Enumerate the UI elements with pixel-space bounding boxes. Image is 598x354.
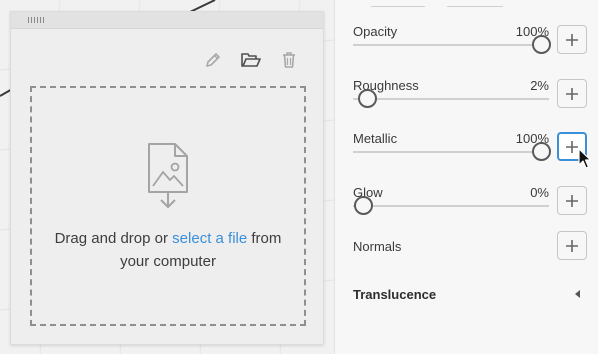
3d-viewport[interactable]: Drag and drop or select a file from your… <box>0 0 334 354</box>
drag-handle[interactable] <box>28 17 46 23</box>
plus-icon <box>566 87 578 100</box>
card-header <box>11 12 323 29</box>
chevron-left-icon[interactable] <box>575 290 580 298</box>
normals-add-button[interactable] <box>557 231 587 260</box>
opacity-slider-thumb[interactable] <box>532 35 551 54</box>
metallic-slider-thumb[interactable] <box>532 142 551 161</box>
roughness-add-button[interactable] <box>557 79 587 108</box>
folder-open-icon[interactable] <box>239 48 263 72</box>
divider <box>371 6 425 7</box>
divider <box>447 6 503 7</box>
properties-panel: Opacity 100% Roughness 2% Metallic 100% … <box>334 0 598 354</box>
image-file-download-icon <box>145 142 191 215</box>
drop-text-suffix: from <box>247 230 282 247</box>
dropzone-instructions: Drag and drop or select a file from your… <box>32 227 304 273</box>
normals-label: Normals <box>353 239 402 254</box>
drop-text-line2: your computer <box>120 253 216 270</box>
trash-icon[interactable] <box>277 48 301 72</box>
glow-slider-track[interactable] <box>353 205 549 207</box>
metallic-label: Metallic <box>353 131 398 146</box>
roughness-slider-thumb[interactable] <box>357 89 377 108</box>
file-dropzone[interactable]: Drag and drop or select a file from your… <box>30 86 306 326</box>
select-file-link[interactable]: select a file <box>172 230 247 247</box>
plus-icon <box>566 194 578 207</box>
plus-icon <box>566 33 578 46</box>
plus-icon <box>566 239 578 252</box>
opacity-add-button[interactable] <box>557 25 587 54</box>
pencil-icon[interactable] <box>201 48 225 72</box>
mouse-cursor-icon <box>578 148 592 169</box>
upload-card: Drag and drop or select a file from your… <box>10 11 324 345</box>
roughness-value: 2% <box>530 78 549 93</box>
opacity-label: Opacity <box>353 24 398 39</box>
roughness-slider-track[interactable] <box>353 98 549 100</box>
glow-add-button[interactable] <box>557 186 587 215</box>
card-toolbar <box>201 48 301 72</box>
translucence-section-header[interactable]: Translucence <box>353 287 436 302</box>
plus-icon <box>566 140 578 153</box>
opacity-slider-track[interactable] <box>353 44 549 46</box>
glow-value: 0% <box>530 185 549 200</box>
glow-slider-thumb[interactable] <box>354 196 373 215</box>
metallic-slider-track[interactable] <box>353 151 549 153</box>
drop-text-prefix: Drag and drop or <box>54 230 173 247</box>
